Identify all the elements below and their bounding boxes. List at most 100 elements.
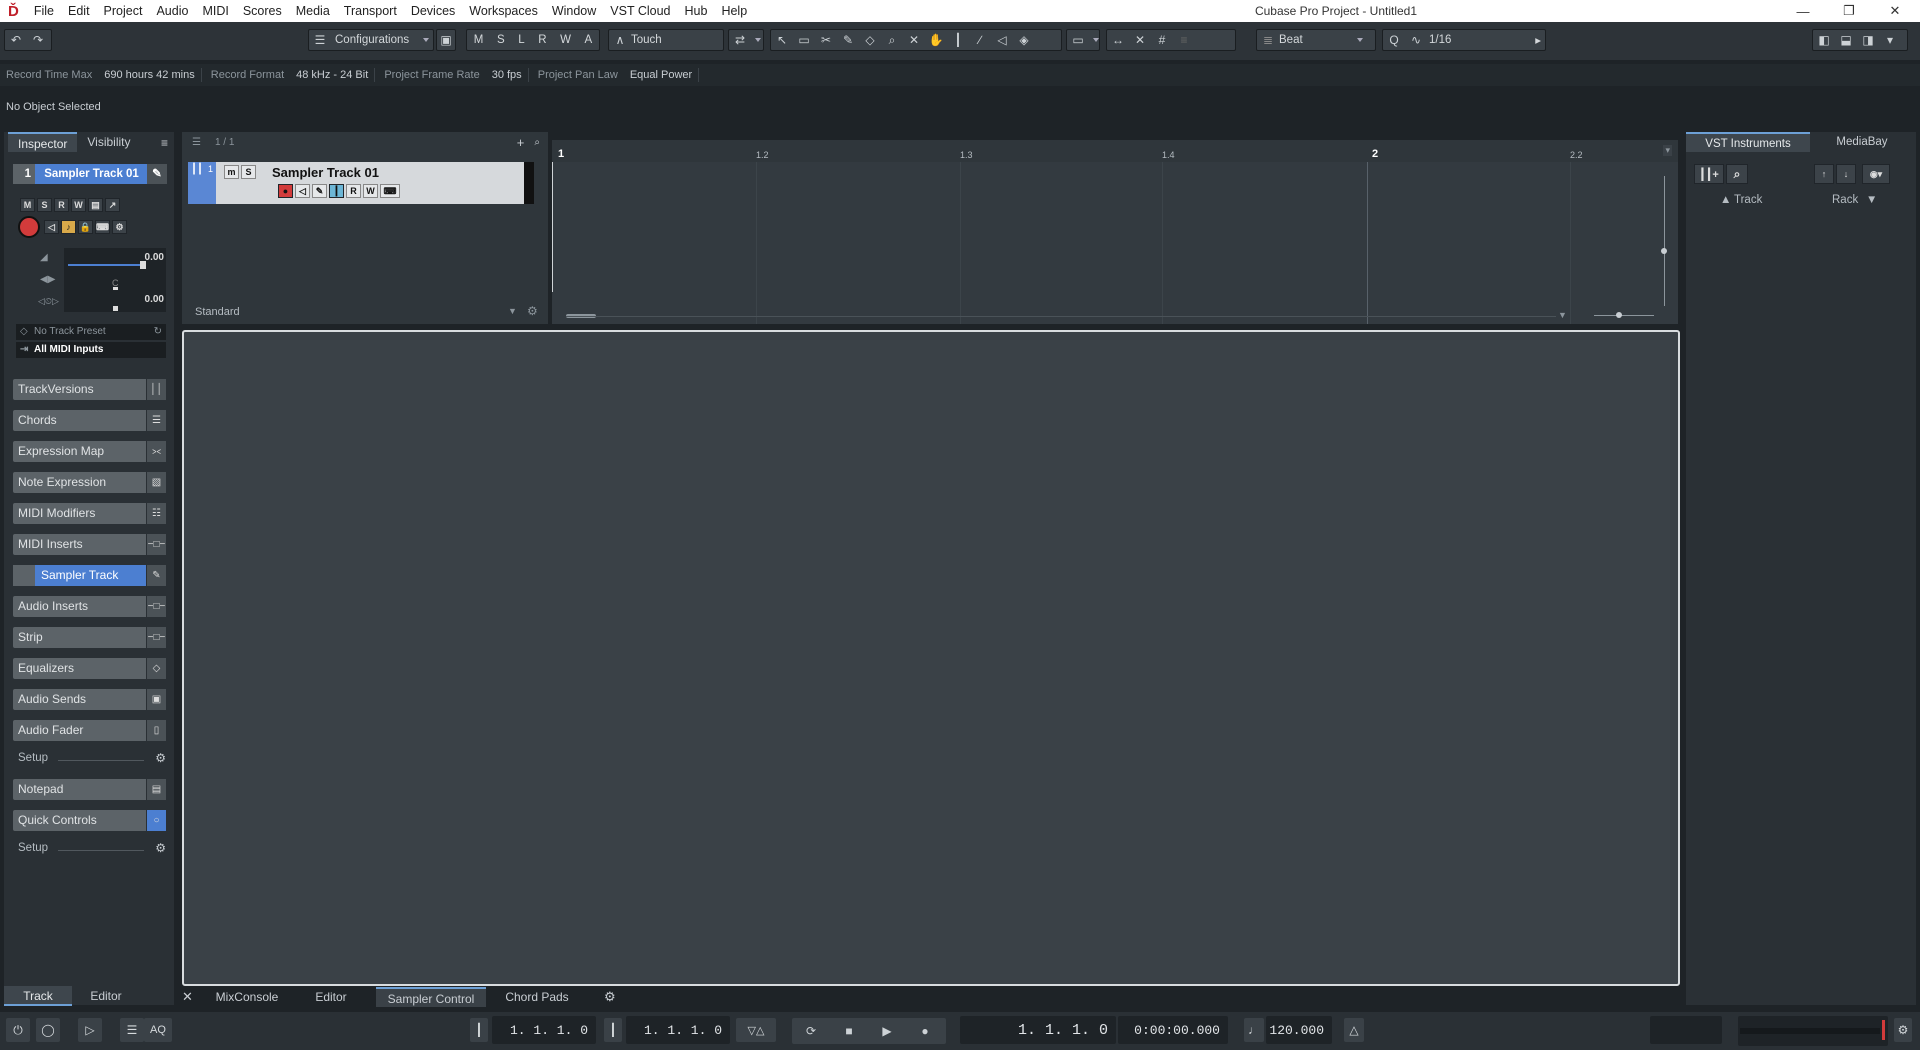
record-enable-button[interactable] xyxy=(18,216,40,238)
read-all-button[interactable]: R xyxy=(538,34,546,46)
frame-rate-value[interactable]: 30 fps xyxy=(486,69,528,81)
track-name[interactable]: Sampler Track 01 xyxy=(272,165,379,180)
play-icon[interactable]: ▶ xyxy=(868,1021,906,1041)
track-record-button[interactable]: ● xyxy=(278,184,293,198)
section-audio-fader[interactable]: Audio Fader ▯ xyxy=(13,720,166,741)
edit-instrument-icon[interactable]: ✎ xyxy=(146,565,166,586)
automation-mode-selector[interactable]: ∧ Touch xyxy=(608,29,724,51)
track-column-label[interactable]: Track xyxy=(1734,194,1762,206)
section-equalizers[interactable]: Equalizers ◇ xyxy=(13,658,166,679)
tab-vst-instruments[interactable]: VST Instruments xyxy=(1686,132,1810,152)
menu-hub[interactable]: Hub xyxy=(678,4,715,18)
track-monitor-icon[interactable]: ◁ xyxy=(295,184,310,198)
right-locator[interactable]: 1. 1. 1. 0 xyxy=(626,1016,730,1044)
menu-audio[interactable]: Audio xyxy=(149,4,195,18)
menu-scores[interactable]: Scores xyxy=(236,4,289,18)
section-expression-map[interactable]: Expression Map ⪥ xyxy=(13,441,166,462)
erase-tool-icon[interactable]: ◇ xyxy=(859,30,881,50)
monitor-icon[interactable]: ◁ xyxy=(44,220,59,234)
menu-window[interactable]: Window xyxy=(545,4,603,18)
lanes-icon[interactable]: ▤ xyxy=(88,198,103,212)
gear-icon[interactable]: ⚙ xyxy=(155,751,166,765)
add-track-icon[interactable]: + xyxy=(517,135,525,150)
ruler[interactable]: 1 1.2 1.3 1.4 2 2.2 ▾ xyxy=(552,140,1678,162)
menu-media[interactable]: Media xyxy=(289,4,337,18)
track-mute-button[interactable]: m xyxy=(224,165,239,179)
primary-time-display[interactable]: 1. 1. 1. 0 xyxy=(960,1016,1116,1044)
transport-settings-icon[interactable]: ⚙ xyxy=(1894,1018,1912,1042)
channel-settings-icon[interactable]: ⚙ xyxy=(112,220,127,234)
mute-tool-icon[interactable]: ✕ xyxy=(903,30,925,50)
read-automation-button[interactable]: R xyxy=(54,198,69,212)
edit-in-place-icon[interactable]: ↗ xyxy=(105,198,120,212)
secondary-time-display[interactable]: 0:00:00.000 xyxy=(1118,1016,1228,1044)
track-write-button[interactable]: W xyxy=(363,184,378,198)
close-icon[interactable]: ✕ xyxy=(1872,0,1918,22)
settings-menu-icon[interactable]: ◉▾ xyxy=(1862,164,1890,184)
vertical-zoom-slider[interactable] xyxy=(1664,176,1665,306)
line-tool-icon[interactable]: ∕ xyxy=(969,30,991,50)
minimize-icon[interactable]: — xyxy=(1780,0,1826,22)
activate-project-icon[interactable]: ⏻ xyxy=(6,1018,30,1042)
close-icon[interactable]: ✕ xyxy=(182,989,196,1005)
cycle-icon[interactable]: ⟳ xyxy=(792,1021,830,1041)
camera-icon[interactable]: ▣ xyxy=(436,29,456,51)
zoom-menu-icon[interactable]: ▼ xyxy=(1558,310,1567,320)
refresh-icon[interactable]: ↻ xyxy=(154,324,162,340)
record-icon[interactable]: ● xyxy=(906,1021,944,1041)
quantize-icon[interactable]: Q xyxy=(1383,30,1405,50)
list-icon[interactable]: ☰ xyxy=(120,1018,144,1042)
menu-vst-cloud[interactable]: VST Cloud xyxy=(603,4,677,18)
lower-zone-icon[interactable]: ⬓ xyxy=(1835,30,1857,50)
mute-all-button[interactable]: M xyxy=(474,34,484,46)
range-selection-tool-icon[interactable]: ▭ xyxy=(793,30,815,50)
track-waveform-icon[interactable]: ┃ xyxy=(329,184,344,198)
tab-mediabay[interactable]: MediaBay xyxy=(1810,132,1914,152)
hand-tool-icon[interactable]: ✋ xyxy=(925,30,947,50)
track-row[interactable]: ┃┃ 1 m S Sampler Track 01 ● ◁ ✎ ┃ R W ⌨ xyxy=(188,162,534,204)
auto-scroll-icon[interactable]: ↔ xyxy=(1107,30,1129,50)
menu-icon[interactable]: ≡ xyxy=(161,136,168,150)
object-selection-tool-icon[interactable]: ↖ xyxy=(771,30,793,50)
midi-input-routing[interactable]: ⇥ All MIDI Inputs xyxy=(16,342,166,358)
tab-editor[interactable]: Editor xyxy=(296,987,366,1007)
go-to-right-locator-icon[interactable]: ┃ xyxy=(604,1018,622,1042)
draw-tool-icon[interactable]: ✎ xyxy=(837,30,859,50)
write-automation-button[interactable]: W xyxy=(71,198,86,212)
gear-icon[interactable]: ⚙ xyxy=(527,304,538,318)
gear-icon[interactable]: ⚙ xyxy=(604,989,616,1005)
left-zone-icon[interactable]: ◧ xyxy=(1813,30,1835,50)
setup-row[interactable]: Setup ⚙ xyxy=(18,841,166,858)
edit-instrument-icon[interactable]: ✎ xyxy=(147,164,167,184)
configurations-selector[interactable]: ☰ Configurations xyxy=(308,29,434,51)
metronome-icon[interactable]: △ xyxy=(1344,1018,1364,1042)
section-track-versions[interactable]: TrackVersions ││ xyxy=(13,379,166,400)
section-midi-modifiers[interactable]: MIDI Modifiers ☷ xyxy=(13,503,166,524)
track-keyboard-icon[interactable]: ⌨ xyxy=(380,184,400,198)
rack-column-label[interactable]: Rack xyxy=(1832,194,1858,206)
menu-edit[interactable]: Edit xyxy=(61,4,97,18)
section-chords[interactable]: Chords ☰ xyxy=(13,410,166,431)
color-menu-button[interactable]: ▭ xyxy=(1066,29,1100,51)
ruler-menu-icon[interactable]: ▾ xyxy=(1663,145,1672,156)
vertical-zoom-thumb[interactable] xyxy=(1661,248,1667,254)
gear-icon[interactable]: ⚙ xyxy=(155,841,166,855)
menu-workspaces[interactable]: Workspaces xyxy=(462,4,545,18)
search-icon[interactable]: ⌕ xyxy=(1726,164,1748,184)
write-all-button[interactable]: W xyxy=(560,34,571,46)
project-cursor[interactable] xyxy=(552,162,553,292)
volume-fader[interactable]: 0.00 xyxy=(64,248,166,276)
solo-button[interactable]: S xyxy=(37,198,52,212)
audio-quantize-button[interactable]: AQ xyxy=(144,1018,172,1042)
go-to-left-locator-icon[interactable]: ┃ xyxy=(470,1018,488,1042)
menu-help[interactable]: Help xyxy=(714,4,754,18)
record-time-max-value[interactable]: 690 hours 42 mins xyxy=(98,69,201,81)
event-display[interactable]: ▼ xyxy=(552,162,1678,324)
left-locator[interactable]: 1. 1. 1. 0 xyxy=(492,1016,596,1044)
setup-row[interactable]: Setup ⚙ xyxy=(18,751,166,768)
marker-display[interactable] xyxy=(1650,1016,1722,1044)
record-format-value[interactable]: 48 kHz - 24 Bit xyxy=(290,69,374,81)
keyboard-icon[interactable]: ⌨ xyxy=(95,220,110,234)
chevron-down-icon[interactable]: ▼ xyxy=(1866,194,1877,206)
split-tool-icon[interactable]: ✂ xyxy=(815,30,837,50)
